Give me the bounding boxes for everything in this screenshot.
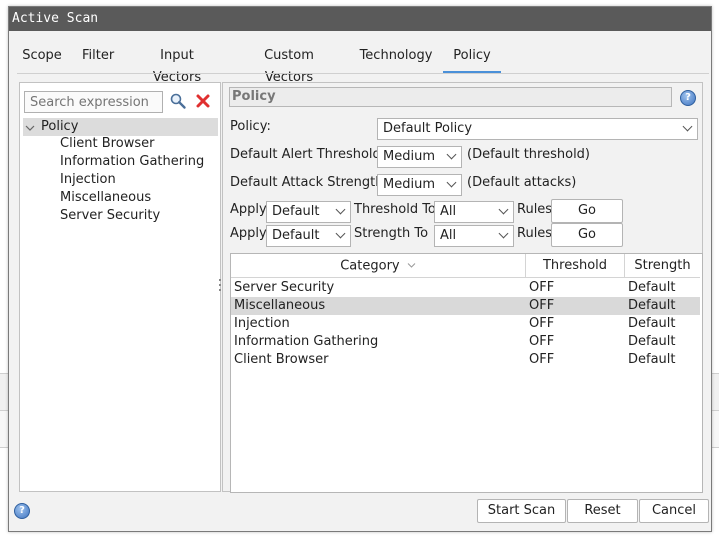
strength-scope-select[interactable]: All xyxy=(434,225,514,247)
policy-panel-header: Policy xyxy=(229,87,672,107)
cell-threshold: OFF xyxy=(529,280,555,295)
search-input[interactable] xyxy=(24,91,163,113)
strength-rules-label: Rules xyxy=(517,226,553,241)
table-row[interactable]: Server Security OFF Default xyxy=(231,279,700,297)
strength-scope-value: All xyxy=(440,228,457,243)
cell-strength: Default xyxy=(628,298,676,313)
tab-filter[interactable]: Filter xyxy=(82,45,114,71)
chevron-down-icon[interactable] xyxy=(335,204,346,215)
apply-strength-level-value: Default xyxy=(272,228,320,243)
threshold-to-label: Threshold To xyxy=(354,202,436,217)
cell-threshold: OFF xyxy=(529,316,555,331)
cell-threshold: OFF xyxy=(529,352,555,367)
tree-item-client-browser[interactable]: Client Browser xyxy=(60,135,154,153)
chevron-down-icon[interactable] xyxy=(25,121,35,131)
cell-category: Information Gathering xyxy=(234,334,379,349)
cell-strength: Default xyxy=(628,316,676,331)
cell-strength: Default xyxy=(628,352,676,367)
apply-strength-label: Apply xyxy=(230,226,267,241)
column-header-category-label: Category xyxy=(340,258,400,274)
cancel-button[interactable]: Cancel xyxy=(639,499,709,523)
tree-root-policy[interactable]: Policy xyxy=(23,118,218,136)
tree-item-miscellaneous[interactable]: Miscellaneous xyxy=(60,189,151,207)
chevron-down-icon[interactable] xyxy=(335,228,346,239)
clear-filter-icon[interactable] xyxy=(195,93,211,109)
active-scan-dialog: Active Scan Scope Filter Input Vectors C… xyxy=(8,6,712,532)
tab-divider xyxy=(17,73,709,74)
cell-category: Miscellaneous xyxy=(234,298,326,313)
tab-input-vectors[interactable]: Input Vectors xyxy=(135,45,219,85)
tree-root-label: Policy xyxy=(41,119,79,134)
chevron-down-icon[interactable] xyxy=(446,149,457,160)
tab-custom-vectors[interactable]: Custom Vectors xyxy=(240,45,338,85)
table-row[interactable]: Client Browser OFF Default xyxy=(231,351,700,369)
help-icon[interactable]: ? xyxy=(680,90,696,106)
cell-category: Client Browser xyxy=(234,352,329,367)
chevron-down-icon[interactable] xyxy=(498,204,509,215)
table-row[interactable]: Injection OFF Default xyxy=(231,315,700,333)
policy-label: Policy: xyxy=(230,119,271,134)
attack-strength-value: Medium xyxy=(383,177,435,192)
policy-select-value: Default Policy xyxy=(383,121,473,136)
policy-panel: Policy ? Policy: Default Policy Default … xyxy=(222,82,703,493)
start-scan-button[interactable]: Start Scan xyxy=(477,499,566,523)
help-icon[interactable]: ? xyxy=(14,503,30,519)
apply-threshold-go-button[interactable]: Go xyxy=(551,199,623,223)
tab-technology[interactable]: Technology xyxy=(359,45,433,71)
cell-category: Server Security xyxy=(234,280,335,295)
cell-strength: Default xyxy=(628,280,676,295)
table-row[interactable]: Information Gathering OFF Default xyxy=(231,333,700,351)
apply-strength-go-button[interactable]: Go xyxy=(551,223,623,247)
tree-item-server-security[interactable]: Server Security xyxy=(60,207,160,225)
reset-button[interactable]: Reset xyxy=(567,499,638,523)
dialog-title[interactable]: Active Scan xyxy=(9,7,711,31)
threshold-scope-select[interactable]: All xyxy=(434,201,514,223)
threshold-rules-label: Rules xyxy=(517,202,553,217)
cell-threshold: OFF xyxy=(529,298,555,313)
apply-threshold-label: Apply xyxy=(230,202,267,217)
attack-strength-select[interactable]: Medium xyxy=(377,174,462,196)
table-row[interactable]: Miscellaneous OFF Default xyxy=(231,297,700,315)
tree-item-injection[interactable]: Injection xyxy=(60,171,116,189)
policy-select[interactable]: Default Policy xyxy=(377,118,698,140)
tab-scope[interactable]: Scope xyxy=(22,45,62,71)
cell-threshold: OFF xyxy=(529,334,555,349)
column-header-strength[interactable]: Strength xyxy=(625,254,700,278)
policy-tree-panel: Policy Client Browser Information Gather… xyxy=(19,82,221,492)
chevron-down-icon[interactable] xyxy=(682,121,693,132)
column-header-threshold[interactable]: Threshold xyxy=(526,254,625,278)
threshold-scope-value: All xyxy=(440,204,457,219)
apply-threshold-level-select[interactable]: Default xyxy=(266,201,351,223)
alert-threshold-select[interactable]: Medium xyxy=(377,146,462,168)
category-table: Category Threshold Strength Server Secur… xyxy=(230,253,703,493)
chevron-down-icon[interactable] xyxy=(498,228,509,239)
chevron-down-icon[interactable] xyxy=(446,177,457,188)
strength-to-label: Strength To xyxy=(354,226,429,241)
column-header-category[interactable]: Category xyxy=(231,254,526,278)
attack-strength-label: Default Attack Strength: xyxy=(230,175,388,190)
search-icon[interactable] xyxy=(169,92,187,110)
apply-strength-level-select[interactable]: Default xyxy=(266,225,351,247)
tree-item-information-gathering[interactable]: Information Gathering xyxy=(60,153,204,171)
alert-threshold-value: Medium xyxy=(383,149,435,164)
cell-category: Injection xyxy=(234,316,290,331)
apply-threshold-level-value: Default xyxy=(272,204,320,219)
cell-strength: Default xyxy=(628,334,676,349)
alert-threshold-note: (Default threshold) xyxy=(467,147,590,162)
attack-strength-note: (Default attacks) xyxy=(467,175,577,190)
tab-policy[interactable]: Policy xyxy=(443,45,501,73)
sort-chevron-icon xyxy=(407,254,416,278)
alert-threshold-label: Default Alert Threshold: xyxy=(230,147,386,162)
